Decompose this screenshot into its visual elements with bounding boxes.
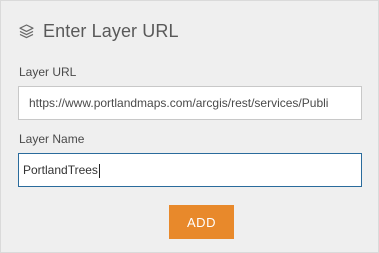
text-cursor — [98, 163, 100, 178]
layer-name-label: Layer Name — [19, 132, 85, 146]
add-layer-panel: Enter Layer URL Layer URL https://www.po… — [0, 0, 379, 253]
layer-url-input[interactable]: https://www.portlandmaps.com/arcgis/rest… — [18, 86, 362, 120]
layer-url-value: https://www.portlandmaps.com/arcgis/rest… — [29, 96, 329, 110]
panel-title: Enter Layer URL — [43, 20, 179, 41]
layer-url-label: Layer URL — [19, 65, 77, 79]
layer-name-input[interactable]: PortlandTrees — [18, 153, 362, 187]
layer-name-value: PortlandTrees — [23, 163, 98, 177]
panel-header: Enter Layer URL — [18, 19, 179, 43]
add-button[interactable]: ADD — [169, 205, 234, 239]
layers-icon — [18, 23, 35, 40]
